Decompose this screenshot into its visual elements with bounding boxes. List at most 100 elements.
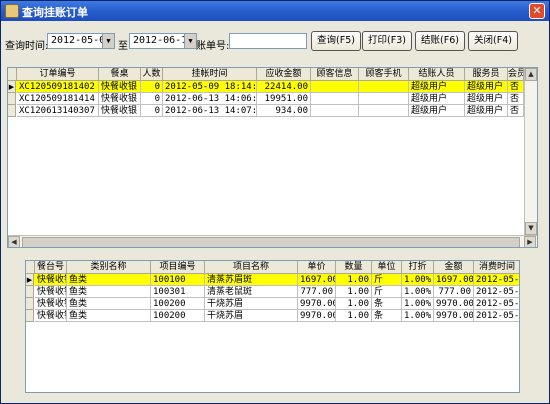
order-cell-customer-phone [359, 81, 409, 93]
col-item-code[interactable]: 项目编号 [151, 261, 205, 274]
col-item-name[interactable]: 项目名称 [205, 261, 298, 274]
row-pointer-icon[interactable]: ▶ [26, 274, 34, 286]
orders-header: 订单编号 餐桌 人数 挂帐时间 应收金额 顾客信息 顾客手机 结账人员 服务员 … [8, 68, 524, 81]
col-discount[interactable]: 打折 [402, 261, 434, 274]
row-indicator[interactable] [26, 310, 34, 322]
col-table[interactable]: 餐桌 [99, 68, 141, 81]
close-button[interactable]: 关闭(F4) [468, 31, 518, 51]
row-pointer-icon[interactable]: ▶ [8, 81, 16, 93]
item-cell-item-code: 100200 [151, 298, 205, 310]
col-quantity[interactable]: 数量 [336, 261, 372, 274]
col-customer-info[interactable]: 顾客信息 [311, 68, 359, 81]
item-cell-unit: 条 [372, 310, 402, 322]
item-cell-unit: 条 [372, 298, 402, 310]
item-cell-quantity: 1.00 [336, 274, 372, 286]
item-cell-item-code: 100200 [151, 310, 205, 322]
item-cell-discount: 1.00% [402, 298, 434, 310]
item-row[interactable]: 快餐收银鱼类100301清蒸老鼠斑777.001.00斤1.00%777.002… [26, 286, 520, 298]
col-people[interactable]: 人数 [141, 68, 163, 81]
order-cell-waiter: 超级用户 [465, 105, 508, 117]
order-cell-table: 快餐收银 [99, 93, 141, 105]
order-cell-time: 2012-05-09 18:14:12 [163, 81, 257, 93]
item-cell-price: 9970.00 [298, 310, 336, 322]
item-cell-amount: 1697.00 [434, 274, 474, 286]
col-unit[interactable]: 单位 [372, 261, 402, 274]
settle-button[interactable]: 结账(F6) [415, 31, 465, 51]
header-corner [8, 68, 17, 81]
scroll-thumb[interactable] [22, 237, 520, 247]
item-cell-discount: 1.00% [402, 274, 434, 286]
order-cell-time: 2012-06-13 14:06:34 [163, 93, 257, 105]
scroll-right-icon[interactable]: ▶ [524, 236, 536, 247]
row-indicator[interactable] [26, 286, 34, 298]
order-cell-customer-info [311, 105, 359, 117]
bill-no-label: 账单号: [196, 41, 230, 52]
col-price[interactable]: 单价 [298, 261, 336, 274]
close-icon[interactable]: ✕ [529, 3, 545, 19]
order-row[interactable]: ▶XC120509181402快餐收银02012-05-09 18:14:122… [8, 81, 524, 93]
order-cell-order-no: XC120509181402 [17, 81, 99, 93]
order-cell-customer-info [311, 93, 359, 105]
query-time-label: 查询时间: [5, 41, 49, 52]
item-cell-quantity: 1.00 [336, 286, 372, 298]
col-amount[interactable]: 金额 [434, 261, 474, 274]
order-row[interactable]: XC120509181414快餐收银02012-06-13 14:06:3419… [8, 93, 524, 105]
order-cell-table: 快餐收银 [99, 81, 141, 93]
item-cell-category: 鱼类 [67, 310, 151, 322]
row-indicator[interactable] [26, 298, 34, 310]
col-time[interactable]: 挂帐时间 [163, 68, 257, 81]
item-row[interactable]: 快餐收银鱼类100200干烧苏眉9970.001.00条1.00%9970.00… [26, 310, 519, 322]
item-cell-amount: 777.00 [434, 286, 474, 298]
col-cashier[interactable]: 结账人员 [409, 68, 465, 81]
item-cell-discount: 1.00% [402, 286, 434, 298]
col-customer-phone[interactable]: 顾客手机 [359, 68, 409, 81]
order-cell-people: 0 [141, 81, 163, 93]
item-cell-quantity: 1.00 [336, 298, 372, 310]
col-order-no[interactable]: 订单编号 [17, 68, 99, 81]
item-cell-consume-time: 2012-05-09 [474, 287, 520, 298]
title-bar[interactable]: 查询挂账订单 ✕ [1, 1, 549, 21]
col-category[interactable]: 类别名称 [67, 261, 151, 274]
item-cell-price: 1697.00 [298, 274, 336, 286]
scroll-down-icon[interactable]: ▼ [525, 222, 537, 235]
item-cell-consume-time: 2012-05-09 [474, 275, 520, 286]
chevron-down-icon[interactable]: ▼ [102, 34, 114, 48]
orders-vertical-scrollbar[interactable]: ▲ ▼ [524, 68, 537, 235]
order-cell-waiter: 超级用户 [465, 93, 508, 105]
order-row[interactable]: XC120613140307快餐收银02012-06-13 14:07:0093… [8, 105, 524, 117]
order-cell-customer-phone [359, 105, 409, 117]
query-button[interactable]: 查询(F5) [311, 31, 361, 51]
items-grid[interactable]: 餐台号 类别名称 项目编号 项目名称 单价 数量 单位 打折 金额 消费时间 ▶… [25, 260, 520, 393]
chevron-down-icon[interactable]: ▼ [184, 34, 196, 48]
order-cell-receivable: 22414.00 [257, 81, 311, 93]
col-table-no[interactable]: 餐台号 [35, 261, 67, 274]
item-cell-unit: 斤 [372, 274, 402, 286]
col-receivable[interactable]: 应收金额 [257, 68, 311, 81]
row-indicator[interactable] [8, 93, 16, 105]
scroll-up-icon[interactable]: ▲ [525, 68, 537, 81]
scroll-left-icon[interactable]: ◀ [8, 236, 20, 247]
order-cell-time: 2012-06-13 14:07:00 [163, 105, 257, 117]
item-cell-item-code: 100301 [151, 286, 205, 298]
start-date-picker[interactable]: 2012-05-06 ▼ [47, 33, 115, 49]
order-cell-people: 0 [141, 93, 163, 105]
print-button[interactable]: 打印(F3) [362, 31, 412, 51]
orders-horizontal-scrollbar[interactable]: ◀ ▶ [8, 235, 537, 247]
item-row[interactable]: ▶快餐收银鱼类100100清蒸苏眉斑1697.001.00斤1.00%1697.… [26, 274, 520, 286]
item-cell-table-no: 快餐收银 [35, 298, 67, 310]
item-cell-item-name: 清蒸苏眉斑 [205, 274, 298, 286]
item-cell-price: 777.00 [298, 286, 336, 298]
orders-grid[interactable]: 订单编号 餐桌 人数 挂帐时间 应收金额 顾客信息 顾客手机 结账人员 服务员 … [7, 67, 538, 248]
item-cell-table-no: 快餐收银 [35, 286, 67, 298]
end-date-picker[interactable]: 2012-06-13 ▼ [129, 33, 197, 49]
item-row[interactable]: 快餐收银鱼类100200干烧苏眉9970.001.00条1.00%9970.00… [26, 298, 519, 310]
row-indicator[interactable] [8, 105, 16, 117]
col-consume-time[interactable]: 消费时间 [474, 261, 519, 274]
col-waiter[interactable]: 服务员 [465, 68, 508, 81]
bill-no-input[interactable] [229, 33, 307, 49]
order-cell-cashier: 超级用户 [409, 81, 465, 93]
item-cell-category: 鱼类 [67, 274, 151, 286]
order-cell-order-no: XC120613140307 [17, 105, 99, 117]
col-member[interactable]: 会员 [508, 68, 524, 81]
window-title: 查询挂账订单 [22, 6, 88, 19]
